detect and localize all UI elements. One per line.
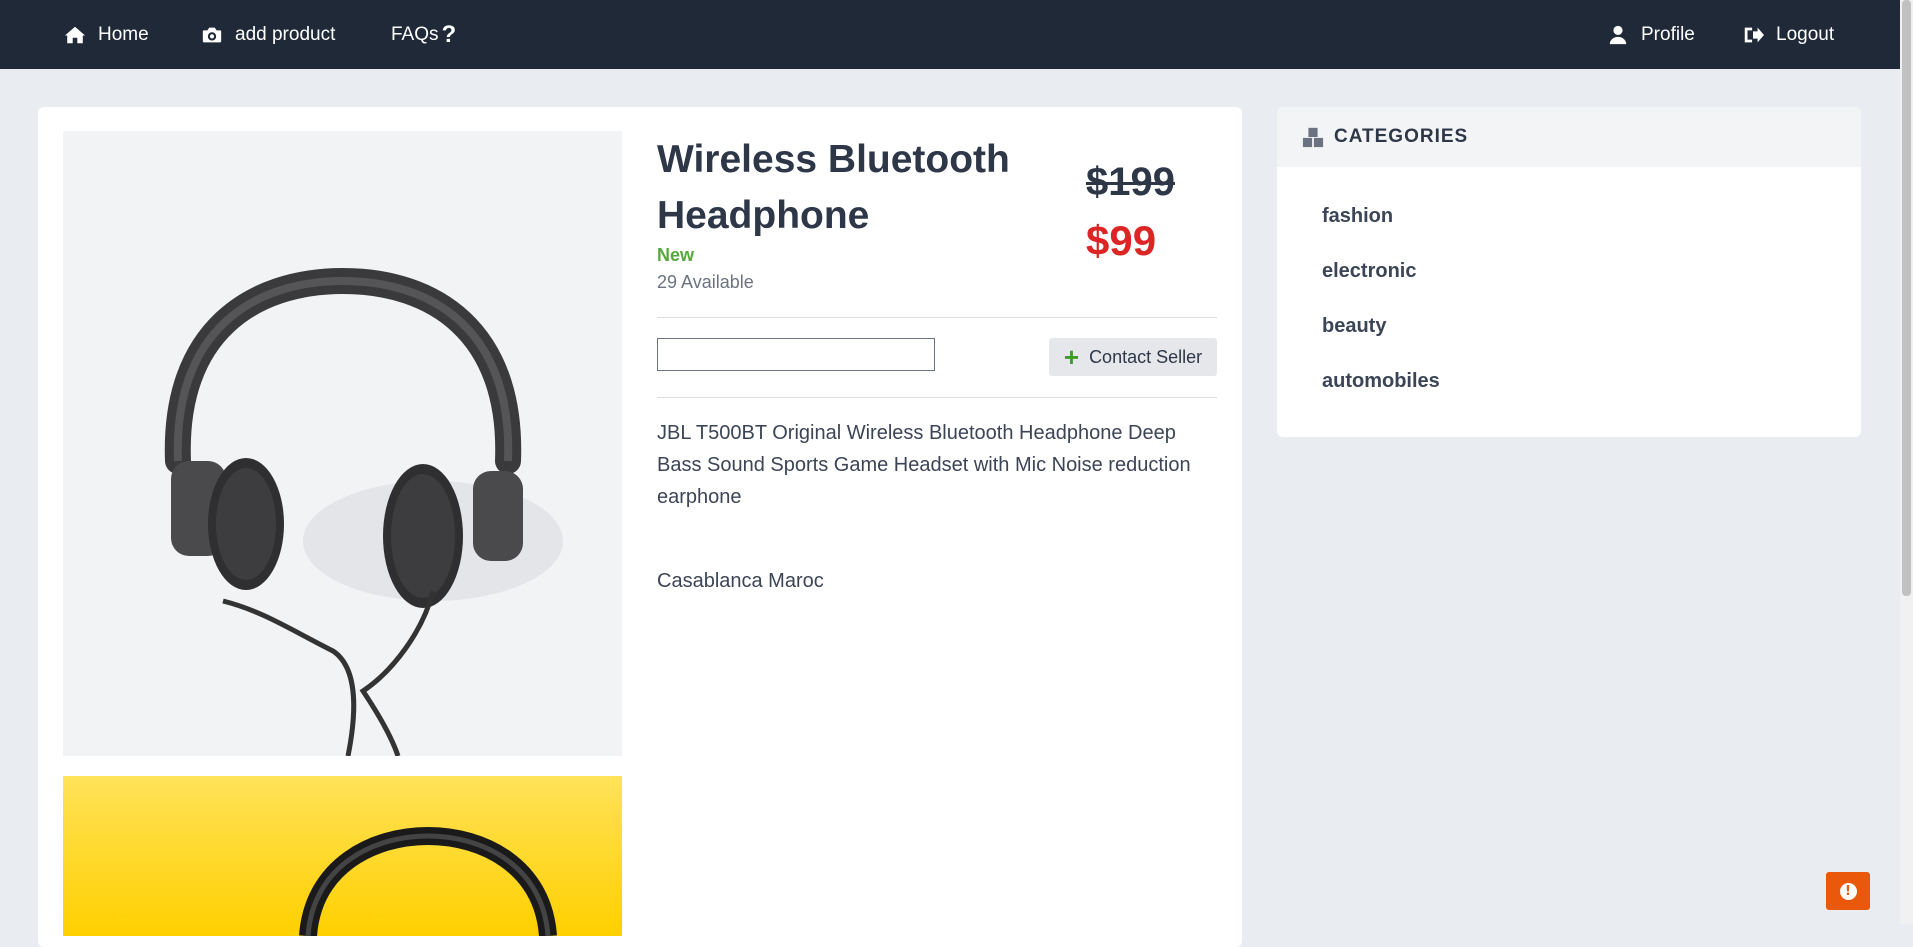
contact-seller-label: Contact Seller <box>1089 346 1203 367</box>
product-description: JBL T500BT Original Wireless Bluetooth H… <box>657 422 1191 508</box>
product-availability: 29 Available <box>657 272 754 292</box>
nav-logout-link[interactable]: Logout <box>1742 0 1834 69</box>
category-item-electronic[interactable]: electronic <box>1322 260 1416 283</box>
headphone-yellow-illustration <box>299 826 557 936</box>
categories-header: CATEGORIES <box>1277 107 1861 167</box>
nav-profile-link[interactable]: Profile <box>1607 0 1695 69</box>
nav-logout-label: Logout <box>1776 23 1835 45</box>
product-image-secondary[interactable] <box>63 776 622 936</box>
page-scrollbar[interactable] <box>1900 0 1913 924</box>
product-title: Wireless Bluetooth Headphone <box>657 138 1010 237</box>
product-image-main[interactable] <box>63 131 622 756</box>
nav-profile-label: Profile <box>1641 23 1695 45</box>
home-icon <box>64 24 86 46</box>
categories-title: CATEGORIES <box>1334 126 1469 147</box>
category-item-beauty[interactable]: beauty <box>1322 315 1386 338</box>
category-item-fashion[interactable]: fashion <box>1322 205 1393 228</box>
headphone-illustration <box>164 267 563 756</box>
new-price: $99 <box>1086 217 1157 264</box>
logout-icon <box>1742 24 1764 46</box>
plus-icon: + <box>1063 342 1080 372</box>
divider-bottom <box>657 397 1217 398</box>
nav-faqs-label: FAQs <box>391 23 439 45</box>
nav-home-link[interactable]: Home <box>64 0 149 69</box>
scrollbar-thumb[interactable] <box>1902 0 1911 596</box>
contact-seller-button[interactable]: + Contact Seller <box>1049 338 1217 376</box>
user-icon <box>1607 24 1629 46</box>
exclamation-icon: ! <box>1839 882 1857 900</box>
message-input[interactable] <box>657 338 935 371</box>
nav-faqs-link[interactable]: FAQs ? <box>391 0 456 69</box>
boxes-icon <box>1302 127 1324 148</box>
product-location: Casablanca Maroc <box>657 570 824 592</box>
divider-top <box>657 317 1217 318</box>
old-price: $199 <box>1086 160 1175 204</box>
question-icon: ? <box>441 20 457 48</box>
nav-home-label: Home <box>98 23 149 45</box>
camera-icon <box>201 24 223 46</box>
product-condition: New <box>657 245 695 265</box>
nav-add-product-label: add product <box>235 23 336 45</box>
top-navbar: Home add product FAQs ? Profile Logout <box>0 0 1900 69</box>
nav-add-product-link[interactable]: add product <box>201 0 335 69</box>
alert-button[interactable]: ! <box>1826 872 1870 910</box>
category-item-automobiles[interactable]: automobiles <box>1322 370 1440 393</box>
